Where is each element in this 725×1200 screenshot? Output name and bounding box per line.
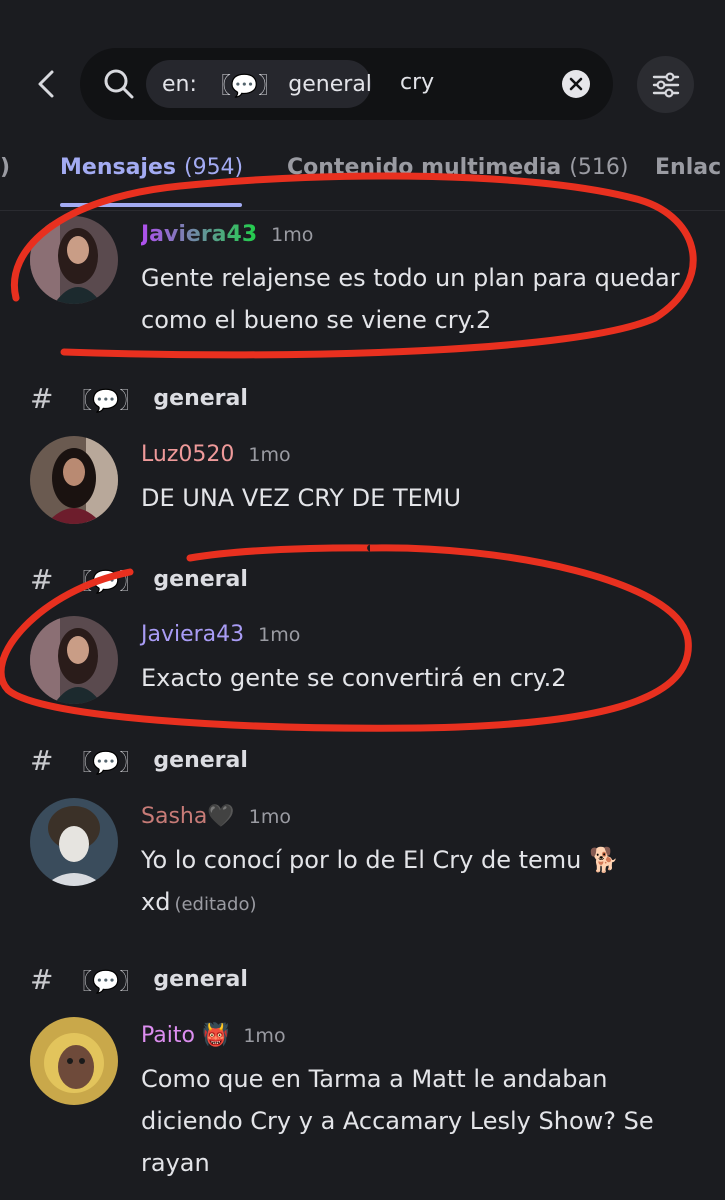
hash-icon: #: [30, 563, 54, 596]
channel-label[interactable]: # 〖💬〗 general: [30, 563, 248, 596]
message-line-2: xd: [141, 888, 171, 916]
chip-prefix: en:: [162, 71, 197, 97]
author-name[interactable]: Luz0520: [141, 442, 234, 467]
back-button[interactable]: [30, 62, 62, 106]
author-name[interactable]: Sasha🖤: [141, 804, 235, 829]
channel-emoji: 〖💬〗: [70, 750, 142, 776]
author-name[interactable]: Paito 👹: [141, 1023, 229, 1048]
channel-filter-chip[interactable]: en: 〖💬〗 general: [146, 60, 372, 108]
tab-mensajes[interactable]: Mensajes (954): [60, 155, 243, 180]
channel-emoji: 〖💬〗: [70, 388, 142, 414]
chip-channel-emoji: 〖💬〗: [208, 74, 281, 99]
author-name[interactable]: Javiera43: [141, 622, 244, 647]
channel-label[interactable]: # 〖💬〗 general: [30, 744, 248, 777]
channel-name: general: [153, 567, 248, 592]
hash-icon: #: [30, 382, 54, 415]
message-text: Gente relajense es todo un plan para que…: [141, 264, 680, 334]
close-icon: [569, 77, 583, 91]
hash-icon: #: [30, 744, 54, 777]
channel-name: general: [153, 748, 248, 773]
tab-count: (516): [569, 155, 629, 180]
message-line-1: Yo lo conocí por lo de El Cry de temu 🐕: [141, 846, 619, 874]
search-input[interactable]: cry: [400, 70, 434, 95]
timestamp: 1mo: [271, 224, 314, 246]
active-tab-indicator: [60, 203, 242, 207]
message-text: DE UNA VEZ CRY DE TEMU: [141, 484, 462, 512]
channel-emoji: 〖💬〗: [70, 569, 142, 595]
tab-previous-edge[interactable]: ): [0, 155, 10, 180]
chevron-left-icon: [38, 70, 54, 98]
avatar[interactable]: [30, 798, 118, 886]
channel-label[interactable]: # 〖💬〗 general: [30, 963, 248, 996]
tab-label: Mensajes: [60, 155, 176, 180]
channel-name: general: [153, 386, 248, 411]
message-header: Luz0520 1mo: [141, 442, 291, 467]
message-text: Como que en Tarma a Matt le andaban dici…: [141, 1065, 654, 1177]
search-icon: [104, 69, 134, 99]
avatar[interactable]: [30, 216, 118, 304]
message-text: Yo lo conocí por lo de El Cry de temu 🐕 …: [141, 839, 701, 926]
search-tabs: ) Mensajes (954) Contenido multimedia (516…: [0, 145, 725, 211]
clear-search-button[interactable]: [562, 70, 590, 98]
filter-button[interactable]: [637, 56, 694, 113]
hash-icon: #: [30, 963, 54, 996]
message-header: Paito 👹 1mo: [141, 1023, 286, 1048]
channel-name: general: [153, 967, 248, 992]
avatar[interactable]: [30, 436, 118, 524]
tab-label: Enlac: [655, 155, 722, 180]
timestamp: 1mo: [258, 624, 301, 646]
timestamp: 1mo: [243, 1025, 286, 1047]
timestamp: 1mo: [248, 444, 291, 466]
top-bar: en: 〖💬〗 general cry: [0, 0, 725, 130]
sliders-icon: [652, 71, 679, 98]
avatar[interactable]: [30, 616, 118, 704]
message-header: Javiera43 1mo: [141, 622, 300, 647]
tab-enlaces[interactable]: Enlac: [655, 155, 721, 180]
message-header: Sasha🖤 1mo: [141, 804, 291, 829]
edited-tag: (editado): [174, 894, 257, 915]
avatar[interactable]: [30, 1017, 118, 1105]
channel-label[interactable]: # 〖💬〗 general: [30, 382, 248, 415]
channel-emoji: 〖💬〗: [70, 969, 142, 995]
tab-count: (954): [183, 155, 244, 180]
search-bar[interactable]: en: 〖💬〗 general cry: [80, 48, 613, 120]
message-header: Javiera43 1mo: [141, 222, 313, 247]
message-text: Exacto gente se convertirá en cry.2: [141, 664, 567, 692]
tab-contenido-multimedia[interactable]: Contenido multimedia (516): [287, 155, 628, 180]
author-name[interactable]: Javiera43: [141, 222, 257, 247]
tab-label: Contenido multimedia: [287, 155, 562, 180]
timestamp: 1mo: [248, 806, 291, 828]
chip-channel-name: general: [288, 71, 372, 97]
